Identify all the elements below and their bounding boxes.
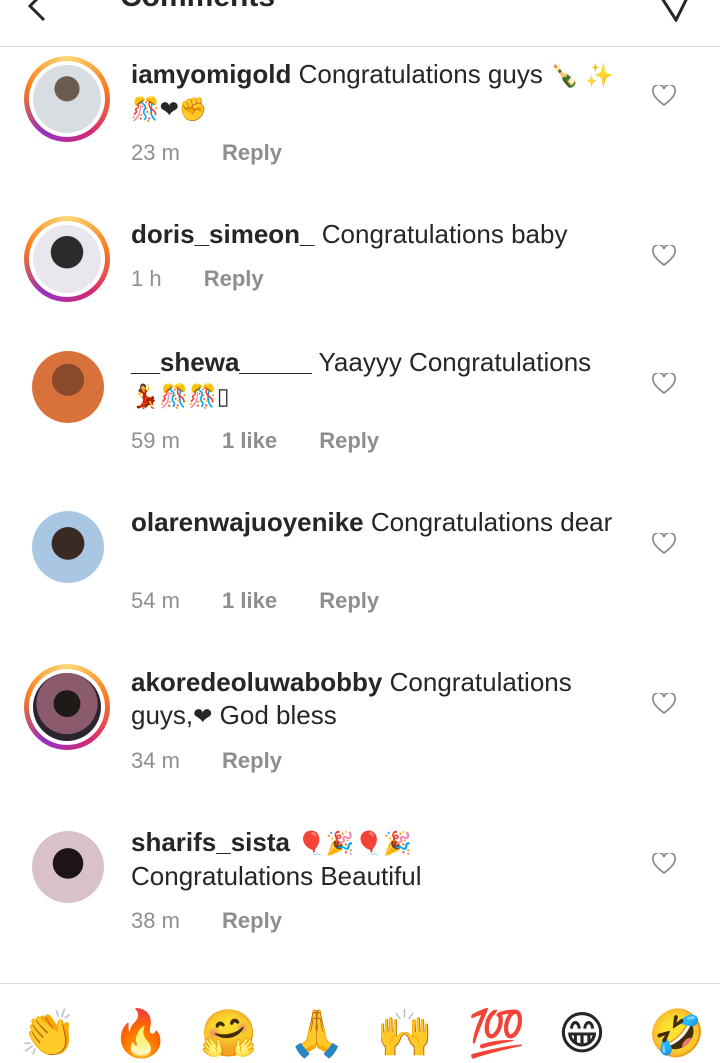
reply-button[interactable]: Reply	[222, 748, 282, 773]
likes-count[interactable]: 1 like	[222, 588, 277, 613]
comment-username[interactable]: akoredeoluwabobby	[131, 667, 382, 697]
likes-count[interactable]: 1 like	[222, 428, 277, 453]
comment-meta: 59 m 1 like Reply	[131, 428, 415, 454]
send-icon[interactable]	[654, 0, 694, 22]
like-heart-icon[interactable]	[652, 373, 676, 395]
avatar[interactable]	[32, 511, 104, 583]
reply-button[interactable]: Reply	[319, 428, 379, 453]
folded-hands-emoji-button[interactable]: 🙏	[288, 1008, 345, 1058]
page-title: Comments	[120, 0, 275, 14]
grinning-face-emoji-button[interactable]: 😁	[558, 1008, 606, 1058]
comment-body: Congratulations guys	[298, 59, 543, 89]
fire-emoji-button[interactable]: 🔥	[112, 1008, 169, 1058]
comment-body: Congratulations dear	[370, 507, 613, 537]
comment-text: sharifs_sista 🎈🎉🎈🎉 Congratulations Beaut…	[131, 826, 621, 893]
comment-time: 34 m	[131, 748, 180, 773]
hugging-face-emoji-button[interactable]: 🤗	[200, 1008, 257, 1058]
comment-meta: 38 m Reply	[131, 908, 318, 934]
like-heart-icon[interactable]	[652, 693, 676, 715]
like-heart-icon[interactable]	[652, 85, 676, 107]
rolling-laughing-emoji-button[interactable]: 🤣	[648, 1008, 705, 1058]
comment-meta: 34 m Reply	[131, 748, 318, 774]
reply-button[interactable]: Reply	[204, 266, 264, 291]
comment-text: __shewa_____ Yaayyy Congratulations 💃🎊🎊▯	[131, 346, 621, 413]
comment-username[interactable]: __shewa_____	[131, 347, 312, 377]
comments-header: Comments	[0, 0, 720, 47]
avatar[interactable]	[24, 664, 110, 750]
comment-emojis: 🎈🎉🎈🎉	[297, 830, 412, 856]
emoji-quick-bar: 👏 🔥 🤗 🙏 🙌 💯 😁 🤣	[0, 983, 720, 1063]
hundred-points-emoji-button[interactable]: 💯	[468, 1008, 525, 1058]
comment-text: akoredeoluwabobby Congratulations guys,❤…	[131, 666, 621, 733]
reply-button[interactable]: Reply	[222, 908, 282, 933]
comment-meta: 54 m 1 like Reply	[131, 588, 415, 614]
comment-username[interactable]: iamyomigold	[131, 59, 291, 89]
avatar[interactable]	[32, 351, 104, 423]
comment-text: doris_simeon_ Congratulations baby	[131, 218, 621, 251]
back-arrow-icon[interactable]	[18, 0, 58, 28]
comment-emojis: ❤	[193, 703, 213, 729]
like-heart-icon[interactable]	[652, 853, 676, 875]
comment-body: Congratulations Beautiful	[131, 861, 422, 891]
comment-username[interactable]: doris_simeon_	[131, 219, 315, 249]
comment-text: olarenwajuoyenike Congratulations dear	[131, 506, 621, 539]
comment-meta: 1 h Reply	[131, 266, 300, 292]
reply-button[interactable]: Reply	[222, 140, 282, 165]
comment-username[interactable]: olarenwajuoyenike	[131, 507, 364, 537]
comment-username[interactable]: sharifs_sista	[131, 827, 290, 857]
comment-meta: 23 m Reply	[131, 140, 318, 166]
clapping-hands-emoji-button[interactable]: 👏	[20, 1008, 77, 1058]
comment-time: 1 h	[131, 266, 162, 291]
avatar[interactable]	[24, 56, 110, 142]
like-heart-icon[interactable]	[652, 245, 676, 267]
comment-body: Yaayyy Congratulations	[318, 347, 592, 377]
comment-time: 38 m	[131, 908, 180, 933]
comment-time: 59 m	[131, 428, 180, 453]
comment-body-extra: God bless	[219, 700, 337, 730]
comment-body: Congratulations baby	[321, 219, 568, 249]
reply-button[interactable]: Reply	[319, 588, 379, 613]
avatar[interactable]	[32, 831, 104, 903]
comment-emojis: 💃🎊🎊▯	[131, 383, 230, 409]
avatar[interactable]	[24, 216, 110, 302]
comment-text: iamyomigold Congratulations guys 🍾 ✨🎊❤✊	[131, 58, 621, 126]
like-heart-icon[interactable]	[652, 533, 676, 555]
raising-hands-emoji-button[interactable]: 🙌	[376, 1008, 433, 1058]
comment-time: 23 m	[131, 140, 180, 165]
comment-time: 54 m	[131, 588, 180, 613]
